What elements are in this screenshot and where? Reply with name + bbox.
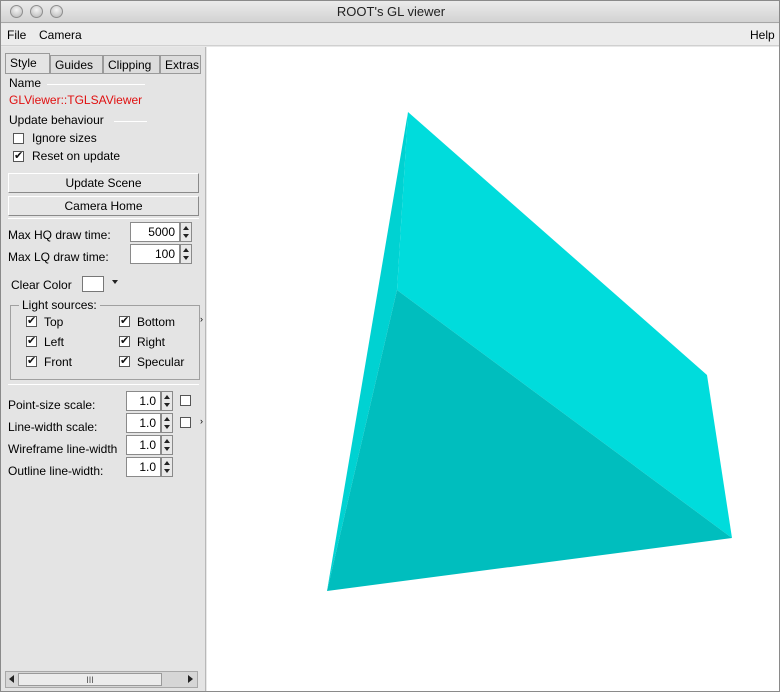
scrollbar-thumb[interactable]: III: [18, 673, 162, 686]
line-width-label: Line-width scale:: [8, 420, 98, 434]
wireframe-width-spinner[interactable]: [161, 435, 173, 455]
gl-viewport[interactable]: [207, 47, 779, 691]
scroll-left-icon[interactable]: [9, 675, 14, 683]
max-hq-input[interactable]: 5000: [130, 222, 180, 242]
light-specular-checkbox[interactable]: [119, 354, 130, 367]
light-front-checkbox[interactable]: [26, 354, 37, 367]
menu-camera[interactable]: Camera: [39, 28, 82, 42]
gl-viewer-window: ROOT's GL viewer File Camera Help Style …: [0, 0, 780, 692]
chevron-right-icon: ›: [200, 416, 203, 426]
update-divider: [114, 121, 147, 122]
line-width-input[interactable]: 1.0: [126, 413, 161, 433]
tab-clipping[interactable]: Clipping: [103, 55, 160, 73]
clear-color-label: Clear Color: [11, 278, 72, 292]
light-left-checkbox[interactable]: [26, 334, 37, 347]
clear-color-dropdown-icon[interactable]: [112, 280, 118, 284]
light-top-checkbox[interactable]: [26, 314, 37, 327]
title-bar: ROOT's GL viewer: [1, 1, 779, 23]
point-size-input[interactable]: 1.0: [126, 391, 161, 411]
clear-color-swatch[interactable]: [82, 276, 104, 292]
wireframe-width-input[interactable]: 1.0: [126, 435, 161, 455]
buttons-divider: [8, 218, 199, 219]
viewer-name-value: GLViewer::TGLSAViewer: [9, 93, 143, 107]
tab-extras[interactable]: Extras: [160, 55, 201, 73]
reset-on-update-label: Reset on update: [32, 149, 121, 163]
light-right-label: Right: [137, 335, 166, 349]
lights-divider: [8, 384, 199, 385]
light-bottom-label: Bottom: [137, 315, 176, 329]
reset-on-update-checkbox[interactable]: [13, 149, 24, 162]
ignore-sizes-checkbox[interactable]: [13, 133, 24, 144]
max-lq-label: Max LQ draw time:: [8, 250, 109, 264]
tab-divider: [5, 73, 201, 74]
tetrahedron-render: [327, 112, 732, 591]
light-specular-label: Specular: [137, 355, 185, 369]
outline-width-label: Outline line-width:: [8, 464, 104, 478]
update-behaviour-label: Update behaviour: [9, 113, 104, 127]
wireframe-width-label: Wireframe line-width: [8, 442, 118, 456]
max-lq-spinner[interactable]: [180, 244, 192, 264]
ignore-sizes-label: Ignore sizes: [32, 131, 97, 145]
menu-bar: File Camera Help: [1, 24, 779, 46]
point-size-checkbox[interactable]: [180, 395, 191, 406]
panel-horizontal-scrollbar[interactable]: III: [5, 671, 198, 688]
max-hq-spinner[interactable]: [180, 222, 192, 242]
light-left-label: Left: [44, 335, 65, 349]
update-scene-button[interactable]: Update Scene: [8, 173, 199, 193]
window-title: ROOT's GL viewer: [336, 4, 446, 19]
outline-width-spinner[interactable]: [161, 457, 173, 477]
max-hq-label: Max HQ draw time:: [8, 228, 111, 242]
light-front-label: Front: [44, 355, 73, 369]
menu-file[interactable]: File: [7, 28, 26, 42]
tab-guides[interactable]: Guides: [50, 55, 103, 73]
line-width-checkbox[interactable]: [180, 417, 191, 428]
point-size-label: Point-size scale:: [8, 398, 96, 412]
light-sources-label: Light sources:: [19, 298, 100, 312]
camera-home-button[interactable]: Camera Home: [8, 196, 199, 216]
light-bottom-checkbox[interactable]: [119, 314, 130, 327]
name-divider: [47, 84, 145, 85]
scroll-right-icon[interactable]: [188, 675, 193, 683]
line-width-spinner[interactable]: [161, 413, 173, 433]
point-size-spinner[interactable]: [161, 391, 173, 411]
tab-bar: Style Guides Clipping Extras: [5, 53, 201, 74]
name-label: Name: [9, 76, 42, 90]
outline-width-input[interactable]: 1.0: [126, 457, 161, 477]
max-lq-input[interactable]: 100: [130, 244, 180, 264]
tab-style[interactable]: Style: [5, 53, 50, 74]
menu-help[interactable]: Help: [750, 28, 775, 42]
chevron-right-icon: ›: [200, 314, 203, 324]
light-right-checkbox[interactable]: [119, 334, 130, 347]
light-top-label: Top: [44, 315, 64, 329]
style-panel: Style Guides Clipping Extras Name GLView…: [1, 47, 206, 691]
